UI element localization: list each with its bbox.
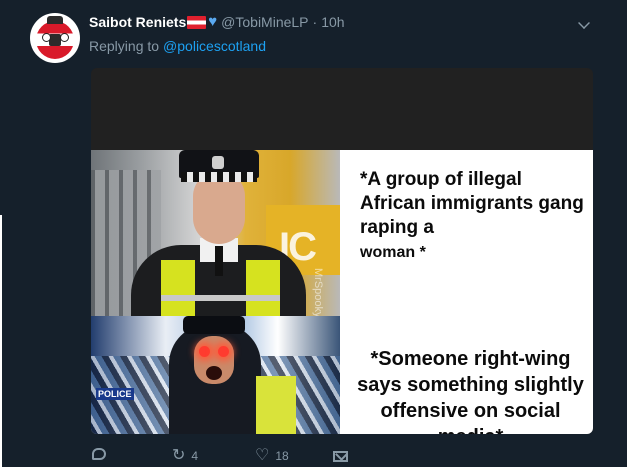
avatar[interactable] [30, 13, 80, 63]
reply-icon [92, 448, 106, 460]
avatar-crown [47, 16, 63, 24]
glowing-eye-left [199, 346, 210, 357]
checkered-hatband [181, 172, 257, 182]
hi-vis-stripe [161, 295, 280, 301]
tweet-actions: ↻ 4 ♡ 18 [92, 448, 392, 467]
reply-mention-link[interactable]: @policescotland [163, 38, 266, 54]
chevron-down-icon[interactable] [578, 17, 590, 29]
hi-vis-vest-left [161, 260, 195, 316]
separator-dot: · [312, 14, 318, 30]
tweet-media[interactable]: IC MrSpooky POLICE *A group of illegal A… [91, 68, 593, 434]
dm-button[interactable] [333, 451, 348, 462]
author-handle[interactable]: @TobiMineLP [221, 14, 308, 30]
timestamp[interactable]: 10h [321, 14, 344, 30]
avatar-eye-right [60, 33, 69, 42]
hi-vis-vest-right [246, 260, 280, 316]
caption-top: *A group of illegal African immigrants g… [360, 168, 590, 265]
retweet-button[interactable]: ↻ 4 [172, 448, 198, 464]
officer-face [193, 172, 245, 244]
like-button[interactable]: ♡ 18 [255, 448, 289, 464]
like-count: 18 [275, 449, 289, 463]
reply-prefix: Replying to [89, 38, 160, 54]
caption-bottom: *Someone right-wing says something sligh… [357, 348, 584, 434]
author-name[interactable]: Saibot Reniets [89, 14, 186, 30]
caption-top-text: *A group of illegal African immigrants g… [360, 169, 584, 238]
watermark: MrSpooky [312, 268, 324, 316]
police-sign: POLICE [96, 388, 134, 400]
meme-image: IC MrSpooky POLICE *A group of illegal A… [91, 150, 593, 434]
meme-photo-calm-officer: IC MrSpooky [91, 150, 340, 316]
meme-photo-angry-officer: POLICE [91, 316, 340, 434]
tweet[interactable]: Saibot Reniets ♥ @TobiMineLP · 10h Reply… [0, 0, 627, 467]
tweet-header: Saibot Reniets ♥ @TobiMineLP · 10h [89, 13, 345, 31]
heart-icon: ♡ [255, 447, 270, 464]
screaming-mouth [206, 366, 222, 380]
divider [0, 215, 2, 467]
envelope-icon [333, 451, 348, 462]
blue-heart-icon: ♥ [208, 13, 218, 30]
avatar-eye-left [42, 33, 51, 42]
retweet-count: 4 [191, 449, 199, 463]
retweet-icon: ↻ [172, 447, 186, 464]
glowing-eye-right [218, 346, 229, 357]
hi-vis-vest [256, 376, 296, 434]
reply-button[interactable] [92, 448, 112, 460]
austria-flag-icon [187, 15, 207, 29]
officer-tie [215, 246, 223, 276]
police-hat [183, 316, 245, 334]
caption-top-last-line: woman * [360, 244, 426, 261]
reply-context: Replying to @policescotland [89, 38, 266, 54]
hat-badge-icon [212, 156, 224, 169]
